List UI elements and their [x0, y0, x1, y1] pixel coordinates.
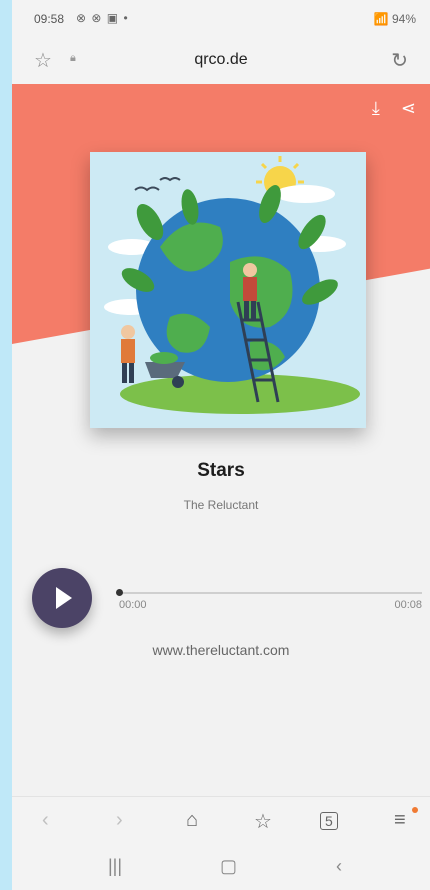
total-time: 00:08: [394, 599, 422, 611]
browser-address-bar: ☆ 🔒︎ qrco.de ↻: [12, 36, 430, 84]
home-button-icon[interactable]: ▢: [220, 856, 237, 877]
reload-icon[interactable]: ↻: [391, 48, 408, 73]
current-time: 00:00: [119, 599, 147, 611]
battery-indicator: 📶 94%: [373, 12, 416, 26]
page-content: ⤓ ⋖ Stars The Reluctant 00:00 00:08 www.…: [12, 84, 430, 796]
progress-slider[interactable]: [116, 589, 422, 596]
recent-apps-icon[interactable]: |||: [108, 856, 122, 877]
tabs-icon[interactable]: 5: [320, 812, 338, 830]
website-link[interactable]: www.thereluctant.com: [12, 642, 430, 658]
progress-thumb[interactable]: [116, 589, 123, 596]
url-field[interactable]: qrco.de: [12, 51, 430, 69]
system-navigation-bar: ||| ▢ ‹: [12, 844, 430, 890]
browser-toolbar: ‹ › ⌂ ☆ 5 ≡: [12, 796, 430, 845]
menu-badge: [412, 807, 418, 813]
forward-icon[interactable]: ›: [116, 809, 123, 832]
album-cover: [90, 152, 366, 428]
back-button-icon[interactable]: ‹: [336, 856, 342, 877]
notification-icons: ⊗ ⊗ ▣ •: [76, 11, 129, 25]
download-icon[interactable]: ⤓: [372, 98, 380, 118]
status-time: 09:58: [34, 12, 65, 26]
track-artist: The Reluctant: [183, 498, 259, 512]
back-icon[interactable]: ‹: [42, 809, 49, 832]
phone-screen: 09:58 ⊗ ⊗ ▣ • 📶 94% ☆ 🔒︎ qrco.de ↻ ⤓ ⋖ S…: [12, 0, 430, 890]
bookmarks-icon[interactable]: ☆: [254, 809, 272, 834]
menu-icon[interactable]: ≡: [394, 809, 406, 832]
play-icon: [56, 587, 72, 609]
share-icon[interactable]: ⋖: [401, 98, 416, 118]
track-title: Stars: [197, 460, 245, 481]
status-bar: 09:58 ⊗ ⊗ ▣ • 📶 94%: [12, 0, 430, 36]
page-actions: ⤓ ⋖: [356, 98, 416, 119]
home-icon[interactable]: ⌂: [186, 809, 198, 832]
play-button[interactable]: [32, 568, 92, 628]
album-cover-illustration: [90, 152, 366, 428]
